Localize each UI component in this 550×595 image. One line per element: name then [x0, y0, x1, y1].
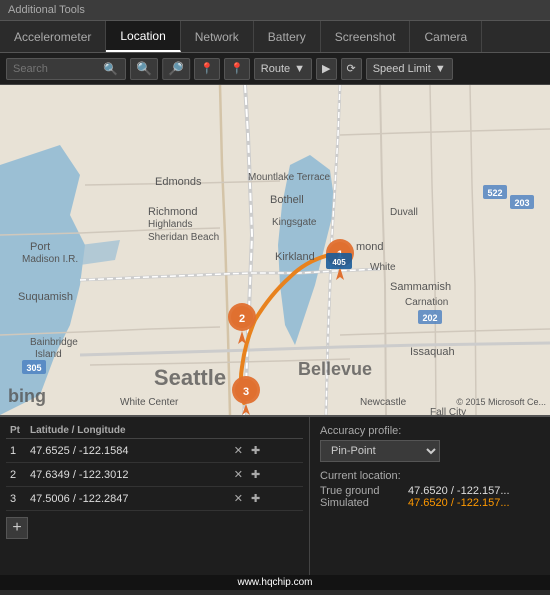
route-action-1[interactable]: ▶	[316, 58, 336, 80]
current-location-label: Current location:	[320, 470, 540, 482]
waypoints-panel: Pt Latitude / Longitude 1 47.6525 / -122…	[0, 417, 310, 575]
true-ground-type: True ground	[320, 485, 400, 497]
simulated-row: Simulated 47.6520 / -122.157...	[320, 497, 540, 509]
svg-text:Sheridan Beach: Sheridan Beach	[148, 232, 219, 243]
true-ground-value: 47.6520 / -122.157...	[408, 485, 510, 497]
svg-text:Carnation: Carnation	[405, 297, 448, 308]
accuracy-section: Accuracy profile: Pin-Point High Medium …	[320, 425, 540, 462]
svg-text:Mountlake Terrace: Mountlake Terrace	[248, 172, 331, 183]
waypoints-table: Pt Latitude / Longitude 1 47.6525 / -122…	[6, 423, 303, 511]
map-container[interactable]: 1 2 3 Seattle Bellevue Edmonds Richmond …	[0, 85, 550, 415]
tab-camera[interactable]: Camera	[410, 21, 482, 52]
svg-text:Kingsgate: Kingsgate	[272, 217, 317, 228]
table-row: 1 47.6525 / -122.1584 ✕ ✚	[6, 439, 303, 463]
svg-text:Duvall: Duvall	[390, 207, 418, 218]
route-pin-button[interactable]: 📍	[224, 58, 250, 80]
svg-text:mond: mond	[356, 241, 384, 253]
tab-bar: Accelerometer Location Network Battery S…	[0, 21, 550, 53]
svg-text:White Center: White Center	[120, 397, 179, 408]
zoom-in-button[interactable]: 🔍	[130, 58, 158, 80]
speed-select[interactable]: Speed Limit ▼	[366, 58, 453, 80]
svg-text:203: 203	[514, 198, 529, 208]
svg-text:Fall City: Fall City	[430, 407, 466, 415]
svg-text:Suquamish: Suquamish	[18, 291, 73, 303]
search-box[interactable]: 🔍	[6, 58, 126, 80]
row-2-pt: 2	[6, 463, 26, 487]
col-latlong: Latitude / Longitude	[26, 423, 227, 439]
svg-text:Newcastle: Newcastle	[360, 397, 407, 408]
row-3-pt: 3	[6, 487, 26, 511]
watermark: www.hqchip.com	[0, 575, 550, 590]
accuracy-select[interactable]: Pin-Point High Medium Low	[320, 440, 440, 462]
search-input[interactable]	[13, 63, 103, 75]
tab-screenshot[interactable]: Screenshot	[321, 21, 411, 52]
simulated-type: Simulated	[320, 497, 400, 509]
svg-text:202: 202	[422, 313, 437, 323]
col-pt: Pt	[6, 423, 26, 439]
tab-battery[interactable]: Battery	[254, 21, 321, 52]
row-2-coords: 47.6349 / -122.3012	[26, 463, 227, 487]
table-row: 3 47.5006 / -122.2847 ✕ ✚	[6, 487, 303, 511]
svg-text:Madison I.R.: Madison I.R.	[22, 254, 78, 265]
svg-text:Issaquah: Issaquah	[410, 346, 455, 358]
speed-chevron: ▼	[435, 63, 446, 75]
bing-logo: bing	[8, 386, 46, 407]
svg-text:305: 305	[26, 363, 41, 373]
true-ground-row: True ground 47.6520 / -122.157...	[320, 485, 540, 497]
route-chevron: ▼	[294, 63, 305, 75]
svg-text:Bainbridge: Bainbridge	[30, 337, 78, 348]
map-copyright: © 2015 Microsoft Ce...	[456, 397, 546, 407]
route-select[interactable]: Route ▼	[254, 58, 312, 80]
row-1-add[interactable]: ✚	[248, 443, 263, 458]
current-location-section: Current location: True ground 47.6520 / …	[320, 470, 540, 509]
title-bar: Additional Tools	[0, 0, 550, 21]
svg-text:Bellevue: Bellevue	[298, 359, 372, 379]
route-label: Route	[261, 63, 290, 75]
tab-accelerometer[interactable]: Accelerometer	[0, 21, 106, 52]
search-icon[interactable]: 🔍	[103, 62, 118, 76]
row-3-add[interactable]: ✚	[248, 491, 263, 506]
simulated-value: 47.6520 / -122.157...	[408, 497, 510, 509]
row-1-pt: 1	[6, 439, 26, 463]
svg-text:Port: Port	[30, 241, 50, 253]
row-3-coords: 47.5006 / -122.2847	[26, 487, 227, 511]
add-waypoint-button[interactable]: +	[6, 517, 28, 539]
svg-text:405: 405	[332, 258, 346, 267]
tab-location[interactable]: Location	[106, 21, 180, 52]
info-panel: Accuracy profile: Pin-Point High Medium …	[310, 417, 550, 575]
route-action-2[interactable]: ⟳	[341, 58, 362, 80]
svg-text:Highlands: Highlands	[148, 219, 192, 230]
svg-text:Sammamish: Sammamish	[390, 281, 451, 293]
svg-text:Seattle: Seattle	[154, 365, 226, 390]
row-1-coords: 47.6525 / -122.1584	[26, 439, 227, 463]
svg-text:2: 2	[239, 313, 245, 325]
svg-text:Island: Island	[35, 349, 62, 360]
svg-text:Bothell: Bothell	[270, 194, 304, 206]
row-2-delete[interactable]: ✕	[231, 467, 246, 482]
speed-label: Speed Limit	[373, 63, 431, 75]
toolbar: 🔍 🔍 🔍 📍 📍 Route ▼ ▶ ⟳ Speed Limit ▼	[0, 53, 550, 85]
tab-network[interactable]: Network	[181, 21, 254, 52]
svg-text:3: 3	[243, 386, 249, 398]
svg-text:Richmond: Richmond	[148, 206, 198, 218]
accuracy-label: Accuracy profile:	[320, 425, 540, 437]
row-3-delete[interactable]: ✕	[231, 491, 246, 506]
svg-text:522: 522	[487, 188, 502, 198]
pin-button[interactable]: 📍	[194, 58, 220, 80]
zoom-out-button[interactable]: 🔍	[162, 58, 190, 80]
row-2-add[interactable]: ✚	[248, 467, 263, 482]
bottom-panel: Pt Latitude / Longitude 1 47.6525 / -122…	[0, 415, 550, 575]
row-1-delete[interactable]: ✕	[231, 443, 246, 458]
svg-text:Edmonds: Edmonds	[155, 176, 202, 188]
svg-text:White: White	[370, 262, 396, 273]
svg-text:Kirkland: Kirkland	[275, 251, 315, 263]
title-label: Additional Tools	[8, 4, 85, 16]
table-row: 2 47.6349 / -122.3012 ✕ ✚	[6, 463, 303, 487]
